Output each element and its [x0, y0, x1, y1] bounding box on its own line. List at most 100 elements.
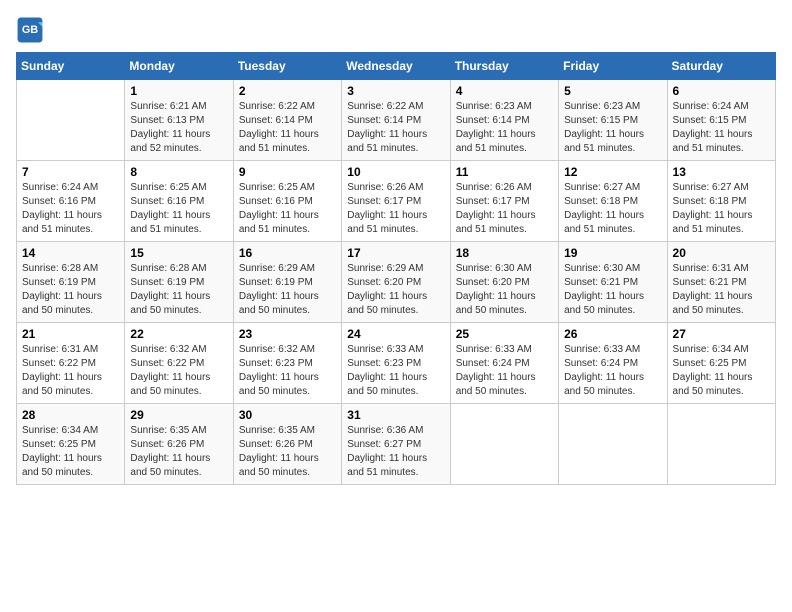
day-info: Sunrise: 6:32 AM Sunset: 6:23 PM Dayligh… — [239, 343, 336, 399]
logo: GB — [16, 16, 48, 44]
calendar-cell: 20 Sunrise: 6:31 AM Sunset: 6:21 PM Dayli… — [667, 242, 775, 323]
calendar-cell: 23 Sunrise: 6:32 AM Sunset: 6:23 PM Dayli… — [233, 323, 341, 404]
calendar-header-row: SundayMondayTuesdayWednesdayThursdayFrid… — [17, 53, 776, 80]
day-info: Sunrise: 6:22 AM Sunset: 6:14 PM Dayligh… — [239, 100, 336, 156]
day-number: 27 — [673, 327, 770, 341]
day-number: 9 — [239, 165, 336, 179]
calendar-cell — [667, 404, 775, 485]
day-info: Sunrise: 6:34 AM Sunset: 6:25 PM Dayligh… — [22, 424, 119, 480]
day-info: Sunrise: 6:34 AM Sunset: 6:25 PM Dayligh… — [673, 343, 770, 399]
day-info: Sunrise: 6:33 AM Sunset: 6:24 PM Dayligh… — [564, 343, 661, 399]
calendar-cell: 16 Sunrise: 6:29 AM Sunset: 6:19 PM Dayli… — [233, 242, 341, 323]
day-number: 24 — [347, 327, 444, 341]
calendar-cell: 3 Sunrise: 6:22 AM Sunset: 6:14 PM Daylig… — [342, 80, 450, 161]
calendar-cell — [17, 80, 125, 161]
day-number: 3 — [347, 84, 444, 98]
header-sunday: Sunday — [17, 53, 125, 80]
calendar-cell: 29 Sunrise: 6:35 AM Sunset: 6:26 PM Dayli… — [125, 404, 233, 485]
calendar-cell: 26Sunrise: 6:33 AM Sunset: 6:24 PM Dayli… — [559, 323, 667, 404]
header-monday: Monday — [125, 53, 233, 80]
day-number: 19 — [564, 246, 661, 260]
day-number: 4 — [456, 84, 553, 98]
day-number: 7 — [22, 165, 119, 179]
calendar-cell: 17 Sunrise: 6:29 AM Sunset: 6:20 PM Dayli… — [342, 242, 450, 323]
header-saturday: Saturday — [667, 53, 775, 80]
calendar-cell: 13 Sunrise: 6:27 AM Sunset: 6:18 PM Dayli… — [667, 161, 775, 242]
calendar-cell: 11 Sunrise: 6:26 AM Sunset: 6:17 PM Dayli… — [450, 161, 558, 242]
day-info: Sunrise: 6:32 AM Sunset: 6:22 PM Dayligh… — [130, 343, 227, 399]
day-info: Sunrise: 6:35 AM Sunset: 6:26 PM Dayligh… — [239, 424, 336, 480]
day-info: Sunrise: 6:29 AM Sunset: 6:20 PM Dayligh… — [347, 262, 444, 318]
day-info: Sunrise: 6:24 AM Sunset: 6:15 PM Dayligh… — [673, 100, 770, 156]
day-info: Sunrise: 6:33 AM Sunset: 6:24 PM Dayligh… — [456, 343, 553, 399]
day-info: Sunrise: 6:35 AM Sunset: 6:26 PM Dayligh… — [130, 424, 227, 480]
day-number: 11 — [456, 165, 553, 179]
calendar-cell: 27 Sunrise: 6:34 AM Sunset: 6:25 PM Dayli… — [667, 323, 775, 404]
calendar-cell: 4 Sunrise: 6:23 AM Sunset: 6:14 PM Daylig… — [450, 80, 558, 161]
day-info: Sunrise: 6:27 AM Sunset: 6:18 PM Dayligh… — [564, 181, 661, 237]
calendar-cell: 19 Sunrise: 6:30 AM Sunset: 6:21 PM Dayli… — [559, 242, 667, 323]
logo-icon: GB — [16, 16, 44, 44]
day-info: Sunrise: 6:29 AM Sunset: 6:19 PM Dayligh… — [239, 262, 336, 318]
calendar-cell: 30 Sunrise: 6:35 AM Sunset: 6:26 PM Dayli… — [233, 404, 341, 485]
calendar-cell: 2Sunrise: 6:22 AM Sunset: 6:14 PM Daylig… — [233, 80, 341, 161]
svg-text:GB: GB — [22, 24, 38, 36]
day-number: 10 — [347, 165, 444, 179]
calendar-cell: 24 Sunrise: 6:33 AM Sunset: 6:23 PM Dayli… — [342, 323, 450, 404]
day-info: Sunrise: 6:28 AM Sunset: 6:19 PM Dayligh… — [22, 262, 119, 318]
calendar-cell — [559, 404, 667, 485]
day-number: 21 — [22, 327, 119, 341]
day-info: Sunrise: 6:36 AM Sunset: 6:27 PM Dayligh… — [347, 424, 444, 480]
day-info: Sunrise: 6:22 AM Sunset: 6:14 PM Dayligh… — [347, 100, 444, 156]
calendar-cell: 22 Sunrise: 6:32 AM Sunset: 6:22 PM Dayli… — [125, 323, 233, 404]
calendar-cell: 28 Sunrise: 6:34 AM Sunset: 6:25 PM Dayli… — [17, 404, 125, 485]
day-info: Sunrise: 6:27 AM Sunset: 6:18 PM Dayligh… — [673, 181, 770, 237]
day-number: 29 — [130, 408, 227, 422]
day-number: 12 — [564, 165, 661, 179]
calendar-cell: 10 Sunrise: 6:26 AM Sunset: 6:17 PM Dayli… — [342, 161, 450, 242]
day-number: 30 — [239, 408, 336, 422]
calendar-cell: 18 Sunrise: 6:30 AM Sunset: 6:20 PM Dayli… — [450, 242, 558, 323]
day-number: 13 — [673, 165, 770, 179]
calendar-cell: 14 Sunrise: 6:28 AM Sunset: 6:19 PM Dayli… — [17, 242, 125, 323]
calendar-cell: 21 Sunrise: 6:31 AM Sunset: 6:22 PM Dayli… — [17, 323, 125, 404]
day-number: 23 — [239, 327, 336, 341]
day-info: Sunrise: 6:26 AM Sunset: 6:17 PM Dayligh… — [456, 181, 553, 237]
calendar-cell: 31 Sunrise: 6:36 AM Sunset: 6:27 PM Dayli… — [342, 404, 450, 485]
header-wednesday: Wednesday — [342, 53, 450, 80]
day-number: 6 — [673, 84, 770, 98]
day-info: Sunrise: 6:33 AM Sunset: 6:23 PM Dayligh… — [347, 343, 444, 399]
day-info: Sunrise: 6:30 AM Sunset: 6:20 PM Dayligh… — [456, 262, 553, 318]
calendar-cell — [450, 404, 558, 485]
header-tuesday: Tuesday — [233, 53, 341, 80]
week-row-5: 28 Sunrise: 6:34 AM Sunset: 6:25 PM Dayli… — [17, 404, 776, 485]
day-number: 16 — [239, 246, 336, 260]
day-info: Sunrise: 6:23 AM Sunset: 6:14 PM Dayligh… — [456, 100, 553, 156]
day-number: 15 — [130, 246, 227, 260]
day-number: 14 — [22, 246, 119, 260]
day-number: 22 — [130, 327, 227, 341]
calendar-cell: 15 Sunrise: 6:28 AM Sunset: 6:19 PM Dayli… — [125, 242, 233, 323]
week-row-4: 21 Sunrise: 6:31 AM Sunset: 6:22 PM Dayli… — [17, 323, 776, 404]
day-number: 20 — [673, 246, 770, 260]
day-info: Sunrise: 6:26 AM Sunset: 6:17 PM Dayligh… — [347, 181, 444, 237]
day-number: 18 — [456, 246, 553, 260]
day-number: 28 — [22, 408, 119, 422]
calendar-cell: 6 Sunrise: 6:24 AM Sunset: 6:15 PM Daylig… — [667, 80, 775, 161]
day-info: Sunrise: 6:25 AM Sunset: 6:16 PM Dayligh… — [239, 181, 336, 237]
day-info: Sunrise: 6:30 AM Sunset: 6:21 PM Dayligh… — [564, 262, 661, 318]
day-number: 31 — [347, 408, 444, 422]
day-info: Sunrise: 6:31 AM Sunset: 6:21 PM Dayligh… — [673, 262, 770, 318]
calendar-cell: 5Sunrise: 6:23 AM Sunset: 6:15 PM Daylig… — [559, 80, 667, 161]
header-thursday: Thursday — [450, 53, 558, 80]
day-info: Sunrise: 6:31 AM Sunset: 6:22 PM Dayligh… — [22, 343, 119, 399]
day-number: 17 — [347, 246, 444, 260]
day-info: Sunrise: 6:21 AM Sunset: 6:13 PM Dayligh… — [130, 100, 227, 156]
page-header: GB — [16, 16, 776, 44]
day-info: Sunrise: 6:28 AM Sunset: 6:19 PM Dayligh… — [130, 262, 227, 318]
day-number: 8 — [130, 165, 227, 179]
day-number: 5 — [564, 84, 661, 98]
week-row-2: 7Sunrise: 6:24 AM Sunset: 6:16 PM Daylig… — [17, 161, 776, 242]
calendar-cell: 9 Sunrise: 6:25 AM Sunset: 6:16 PM Daylig… — [233, 161, 341, 242]
week-row-3: 14 Sunrise: 6:28 AM Sunset: 6:19 PM Dayli… — [17, 242, 776, 323]
